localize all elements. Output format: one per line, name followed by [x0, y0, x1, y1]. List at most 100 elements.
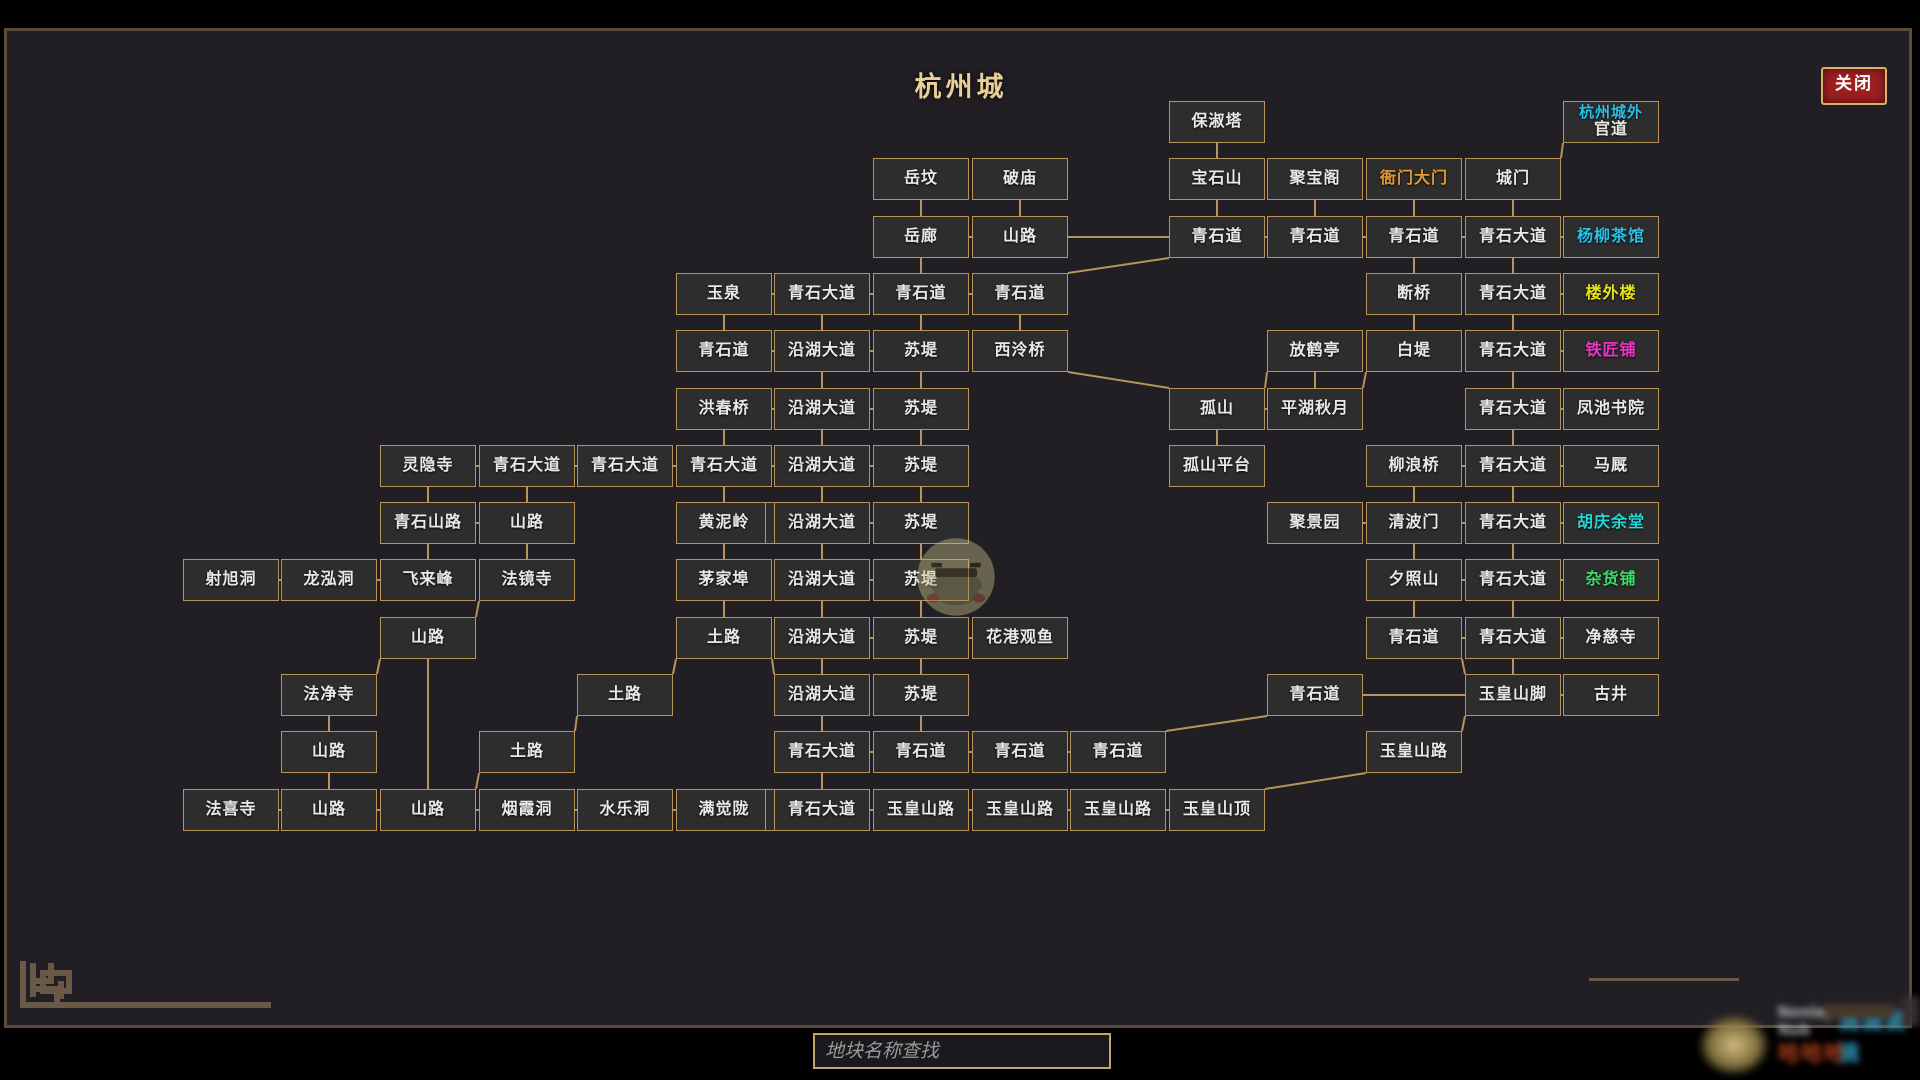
map-node[interactable]: 茅家埠: [676, 559, 772, 601]
map-node[interactable]: 聚景园: [1267, 502, 1363, 544]
map-node[interactable]: 破庙: [972, 158, 1068, 200]
map-node[interactable]: 沿湖大道: [774, 674, 870, 716]
map-node[interactable]: 龙泓洞: [281, 559, 377, 601]
map-node[interactable]: 青石大道: [1465, 216, 1561, 258]
map-node[interactable]: 杂货铺: [1563, 559, 1659, 601]
map-node[interactable]: 马厩: [1563, 445, 1659, 487]
map-node[interactable]: 沿湖大道: [774, 502, 870, 544]
map-node[interactable]: 夕照山: [1366, 559, 1462, 601]
map-node[interactable]: 山路: [281, 789, 377, 831]
map-node[interactable]: 平湖秋月: [1267, 388, 1363, 430]
map-node[interactable]: 玉泉: [676, 273, 772, 315]
map-node[interactable]: 凤池书院: [1563, 388, 1659, 430]
map-node[interactable]: 玉皇山路: [873, 789, 969, 831]
map-node[interactable]: 断桥: [1366, 273, 1462, 315]
map-node[interactable]: 山路: [972, 216, 1068, 258]
map-node[interactable]: 聚宝阁: [1267, 158, 1363, 200]
map-node[interactable]: 青石山路: [380, 502, 476, 544]
map-node[interactable]: 青石大道: [676, 445, 772, 487]
map-node[interactable]: 沿湖大道: [774, 330, 870, 372]
map-node[interactable]: 沿湖大道: [774, 559, 870, 601]
map-node[interactable]: 青石道: [1366, 617, 1462, 659]
map-node[interactable]: 青石道: [1366, 216, 1462, 258]
map-node[interactable]: 青石道: [676, 330, 772, 372]
map-node[interactable]: 柳浪桥: [1366, 445, 1462, 487]
map-node[interactable]: 净慈寺: [1563, 617, 1659, 659]
map-node[interactable]: 楼外楼: [1563, 273, 1659, 315]
map-node[interactable]: 宝石山: [1169, 158, 1265, 200]
map-node[interactable]: 青石道: [1267, 216, 1363, 258]
map-node[interactable]: 青石道: [972, 731, 1068, 773]
map-node[interactable]: 岳廊: [873, 216, 969, 258]
map-node[interactable]: 玉皇山路: [1070, 789, 1166, 831]
map-node[interactable]: 苏堤: [873, 674, 969, 716]
map-node[interactable]: 青石大道: [1465, 559, 1561, 601]
map-node[interactable]: 灵隐寺: [380, 445, 476, 487]
map-node[interactable]: 杭州城外 官道: [1563, 101, 1659, 143]
map-node[interactable]: 法喜寺: [183, 789, 279, 831]
map-node[interactable]: 苏堤: [873, 559, 969, 601]
map-node[interactable]: 沿湖大道: [774, 617, 870, 659]
map-node[interactable]: 山路: [380, 617, 476, 659]
map-node[interactable]: 青石大道: [1465, 388, 1561, 430]
map-node[interactable]: 青石大道: [479, 445, 575, 487]
map-node[interactable]: 青石大道: [577, 445, 673, 487]
map-node[interactable]: 青石大道: [1465, 502, 1561, 544]
map-node[interactable]: 岳坟: [873, 158, 969, 200]
map-node[interactable]: 青石道: [873, 731, 969, 773]
map-node[interactable]: 城门: [1465, 158, 1561, 200]
map-node[interactable]: 射旭洞: [183, 559, 279, 601]
map-node[interactable]: 衙门大门: [1366, 158, 1462, 200]
map-node[interactable]: 孤山: [1169, 388, 1265, 430]
map-node[interactable]: 满觉陇: [676, 789, 772, 831]
map-node[interactable]: 青石大道: [774, 731, 870, 773]
map-node[interactable]: 青石道: [873, 273, 969, 315]
map-node[interactable]: 苏堤: [873, 617, 969, 659]
map-node[interactable]: 胡庆余堂: [1563, 502, 1659, 544]
map-node[interactable]: 青石道: [1070, 731, 1166, 773]
map-node[interactable]: 黄泥岭: [676, 502, 772, 544]
map-node[interactable]: 山路: [479, 502, 575, 544]
map-node[interactable]: 玉皇山脚: [1465, 674, 1561, 716]
map-node[interactable]: 孤山平台: [1169, 445, 1265, 487]
map-node[interactable]: 玉皇山顶: [1169, 789, 1265, 831]
map-node[interactable]: 青石大道: [1465, 330, 1561, 372]
map-node[interactable]: 杨柳茶馆: [1563, 216, 1659, 258]
map-node[interactable]: 苏堤: [873, 445, 969, 487]
map-node[interactable]: 青石大道: [1465, 445, 1561, 487]
map-node[interactable]: 玉皇山路: [972, 789, 1068, 831]
map-node[interactable]: 放鹤亭: [1267, 330, 1363, 372]
map-node[interactable]: 山路: [380, 789, 476, 831]
map-node[interactable]: 青石道: [1267, 674, 1363, 716]
map-node[interactable]: 沿湖大道: [774, 388, 870, 430]
map-node[interactable]: 玉皇山路: [1366, 731, 1462, 773]
map-node[interactable]: 苏堤: [873, 330, 969, 372]
map-node[interactable]: 青石大道: [1465, 273, 1561, 315]
map-node[interactable]: 法净寺: [281, 674, 377, 716]
search-input[interactable]: [813, 1033, 1111, 1069]
map-node[interactable]: 土路: [479, 731, 575, 773]
map-node[interactable]: 土路: [577, 674, 673, 716]
map-node[interactable]: 青石大道: [774, 789, 870, 831]
map-node[interactable]: 法镜寺: [479, 559, 575, 601]
map-node[interactable]: 土路: [676, 617, 772, 659]
map-node[interactable]: 铁匠铺: [1563, 330, 1659, 372]
map-node[interactable]: 烟霞洞: [479, 789, 575, 831]
map-node[interactable]: 水乐洞: [577, 789, 673, 831]
map-node[interactable]: 花港观鱼: [972, 617, 1068, 659]
map-node[interactable]: 山路: [281, 731, 377, 773]
map-node[interactable]: 西泠桥: [972, 330, 1068, 372]
map-node[interactable]: 苏堤: [873, 502, 969, 544]
map-node[interactable]: 洪春桥: [676, 388, 772, 430]
map-node[interactable]: 青石道: [972, 273, 1068, 315]
map-node[interactable]: 苏堤: [873, 388, 969, 430]
map-node[interactable]: 保淑塔: [1169, 101, 1265, 143]
map-node[interactable]: 青石大道: [1465, 617, 1561, 659]
map-node[interactable]: 飞来峰: [380, 559, 476, 601]
map-node[interactable]: 青石大道: [774, 273, 870, 315]
map-node[interactable]: 青石道: [1169, 216, 1265, 258]
map-node[interactable]: 清波门: [1366, 502, 1462, 544]
map-node[interactable]: 白堤: [1366, 330, 1462, 372]
map-node[interactable]: 沿湖大道: [774, 445, 870, 487]
map-node[interactable]: 古井: [1563, 674, 1659, 716]
